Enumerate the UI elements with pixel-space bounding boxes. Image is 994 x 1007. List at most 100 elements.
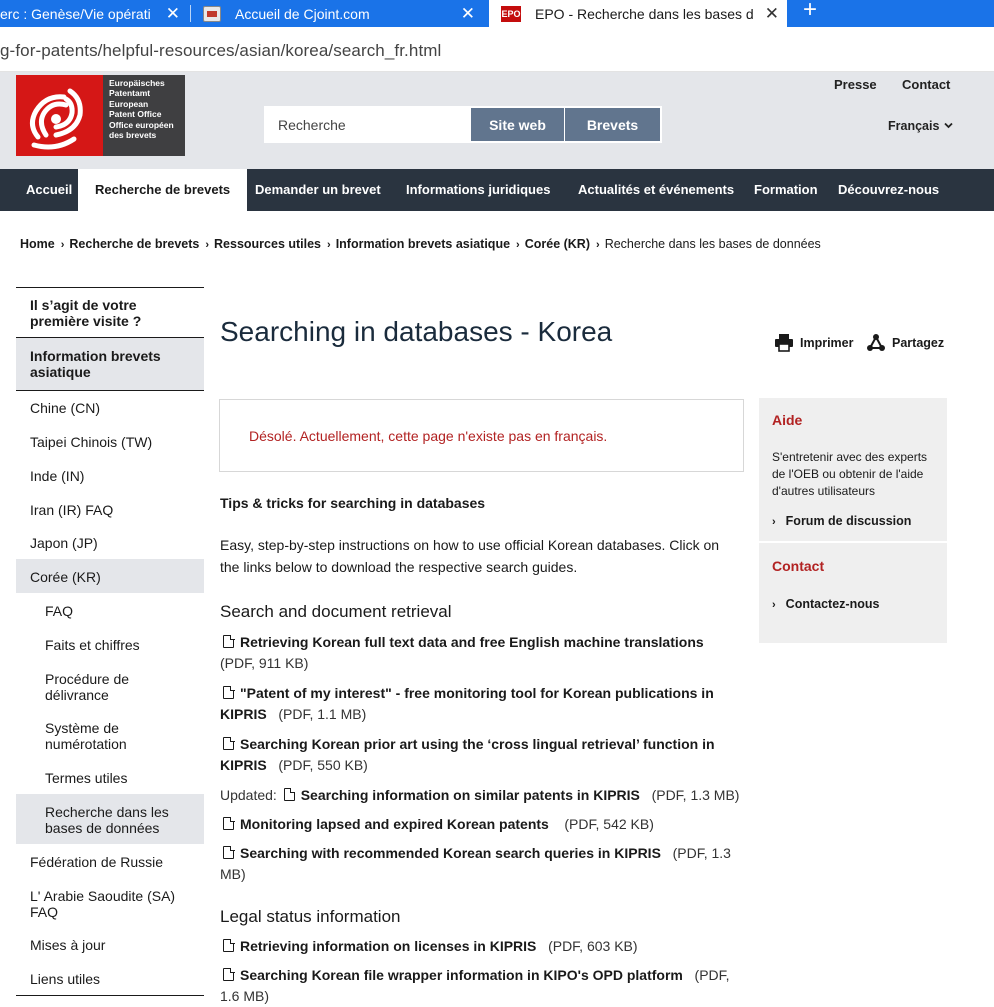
updated-label: Updated: (220, 787, 277, 803)
document-meta: (PDF, 1.3 MB) (651, 787, 740, 803)
breadcrumb-link[interactable]: Ressources utiles (214, 237, 321, 251)
logo-line: European (109, 99, 149, 109)
url-text[interactable]: g-for-patents/helpful-resources/asian/ko… (0, 41, 441, 61)
close-tab-icon[interactable]: ✕ (166, 4, 180, 24)
document-icon (223, 736, 235, 750)
chevron-down-icon (944, 122, 953, 129)
document-item: Updated: Searching information on simila… (220, 785, 760, 806)
share-label: Partagez (892, 335, 945, 350)
nav-demander-un-brevet[interactable]: Demander un brevet (255, 169, 381, 211)
sidebar-item-iran[interactable]: Iran (IR) FAQ (16, 502, 204, 518)
address-bar[interactable]: g-for-patents/helpful-resources/asian/ko… (0, 27, 994, 72)
site-header: Europäisches Patentamt European Patent Off… (0, 72, 994, 169)
tab-separator (190, 5, 191, 22)
sidebar-item-useful-links[interactable]: Liens utiles (16, 971, 204, 987)
sidebar-item-russia[interactable]: Fédération de Russie (16, 854, 204, 870)
intro-text: Easy, step-by-step instructions on how t… (220, 537, 720, 575)
main-navigation: Accueil Recherche de brevets Demander un… (0, 169, 994, 211)
contact-us-link[interactable]: › Contactez-nous (772, 597, 879, 611)
contact-heading: Contact (772, 558, 825, 574)
browser-tab-strip: erc : Genèse/Vie opérati ✕ Accueil de Cj… (0, 0, 994, 27)
forum-link[interactable]: › Forum de discussion (772, 514, 911, 528)
contact-link[interactable]: Contact (902, 77, 950, 92)
chevron-right-icon: › (60, 239, 65, 251)
browser-tab-genese[interactable]: erc : Genèse/Vie opérati ✕ (0, 0, 188, 27)
breadcrumb-link[interactable]: Information brevets asiatique (336, 237, 510, 251)
sidebar-item-china[interactable]: Chine (CN) (16, 400, 204, 416)
nav-formation[interactable]: Formation (754, 169, 818, 211)
chevron-right-icon: › (772, 516, 776, 528)
right-rail: Aide S'entretenir avec des experts de l'… (759, 398, 947, 643)
sidebar-item-japan[interactable]: Japon (JP) (16, 535, 204, 551)
breadcrumb-link[interactable]: Corée (KR) (525, 237, 590, 251)
sidebar-item-facts[interactable]: Faits et chiffres (16, 637, 204, 653)
printer-icon (775, 334, 793, 352)
sidebar-item-korea[interactable]: Corée (KR) (16, 559, 204, 593)
document-meta: (PDF, 1.1 MB) (278, 706, 367, 722)
nav-recherche-de-brevets[interactable]: Recherche de brevets (78, 169, 248, 211)
sidebar-item-saudi-arabia[interactable]: L' Arabie Saoudite (SA) FAQ (16, 888, 204, 920)
chevron-right-icon: › (516, 239, 520, 251)
sidebar-item-updates[interactable]: Mises à jour (16, 937, 204, 953)
share-icon (867, 334, 885, 351)
sidebar-item-india[interactable]: Inde (IN) (16, 468, 204, 484)
document-item: Searching Korean file wrapper informatio… (220, 965, 750, 1007)
sidebar-item-useful-terms[interactable]: Termes utiles (16, 770, 204, 786)
document-link[interactable]: Monitoring lapsed and expired Korean pat… (240, 816, 549, 832)
document-item: Monitoring lapsed and expired Korean pat… (220, 814, 750, 835)
nav-actualites[interactable]: Actualités et événements (578, 169, 734, 211)
browser-tab-epo[interactable]: EPO EPO - Recherche dans les bases d ✕ (489, 0, 787, 27)
document-item: Retrieving Korean full text data and fre… (220, 632, 750, 674)
language-selector[interactable]: Français (888, 119, 953, 133)
close-tab-icon[interactable]: ✕ (765, 4, 779, 24)
chevron-right-icon: › (327, 239, 331, 251)
document-meta: (PDF, 550 KB) (278, 757, 368, 773)
browser-tab-cjoint[interactable]: Accueil de Cjoint.com ✕ (203, 0, 483, 27)
document-link[interactable]: Searching information on similar patents… (301, 787, 640, 803)
search-website-button[interactable]: Site web (471, 108, 564, 141)
epo-favicon-icon: EPO (501, 5, 521, 22)
sidebar-item-faq[interactable]: FAQ (16, 603, 204, 619)
document-icon (223, 634, 235, 648)
sidebar-item-taipei[interactable]: Taipei Chinois (TW) (16, 434, 204, 450)
logo-line: Patentamt (109, 87, 151, 98)
tab-title: Accueil de Cjoint.com (235, 5, 370, 22)
epo-logo-text: Europäisches Patentamt European Patent Off… (103, 75, 185, 156)
document-icon (223, 938, 235, 952)
nav-informations-juridiques[interactable]: Informations juridiques (406, 169, 550, 211)
nav-accueil[interactable]: Accueil (26, 169, 72, 211)
document-link[interactable]: Searching Korean file wrapper informatio… (240, 967, 683, 983)
press-link[interactable]: Presse (834, 77, 877, 92)
document-link[interactable]: Searching with recommended Korean search… (240, 845, 661, 861)
document-link[interactable]: Retrieving information on licenses in KI… (240, 938, 536, 954)
new-tab-icon[interactable]: + (798, 0, 822, 24)
sidebar-divider (16, 390, 204, 391)
document-meta: (PDF, 911 KB) (220, 655, 309, 671)
document-meta: (PDF, 542 KB) (564, 816, 654, 832)
sidebar-item-numbering[interactable]: Système de numérotation (16, 720, 204, 752)
section-heading-search: Search and document retrieval (220, 602, 452, 621)
notice-text: Désolé. Actuellement, cette page n'exist… (249, 428, 608, 444)
site-search: Site web Brevets (264, 106, 662, 143)
sidebar-item-asian-patent-info[interactable]: Information brevets asiatique (16, 338, 204, 390)
breadcrumb-link[interactable]: Home (20, 237, 55, 251)
share-button[interactable]: Partagez (866, 333, 944, 352)
sidebar-item-database-search[interactable]: Recherche dans les bases de données (16, 794, 204, 844)
nav-decouvrez-nous[interactable]: Découvrez-nous (838, 169, 939, 211)
close-tab-icon[interactable]: ✕ (461, 4, 475, 24)
document-meta: (PDF, 603 KB) (548, 938, 638, 954)
breadcrumb-link[interactable]: Recherche de brevets (69, 237, 199, 251)
aide-heading: Aide (772, 412, 803, 428)
epo-logo[interactable]: Europäisches Patentamt European Patent Off… (16, 75, 185, 156)
tab-title: EPO - Recherche dans les bases d (535, 5, 754, 22)
section-heading-legal-status: Legal status information (220, 907, 401, 926)
logo-line: des brevets (109, 129, 157, 140)
search-input[interactable] (266, 108, 470, 141)
sidebar-item-procedure[interactable]: Procédure de délivrance (16, 671, 204, 703)
search-patents-button[interactable]: Brevets (565, 108, 660, 141)
language-label: Français (888, 119, 940, 133)
print-button[interactable]: Imprimer (774, 333, 854, 352)
logo-line: Patent Office (109, 108, 162, 119)
sidebar-item-first-visit[interactable]: Il s’agit de votre première visite ? (16, 297, 204, 329)
document-link[interactable]: Retrieving Korean full text data and fre… (240, 634, 704, 650)
